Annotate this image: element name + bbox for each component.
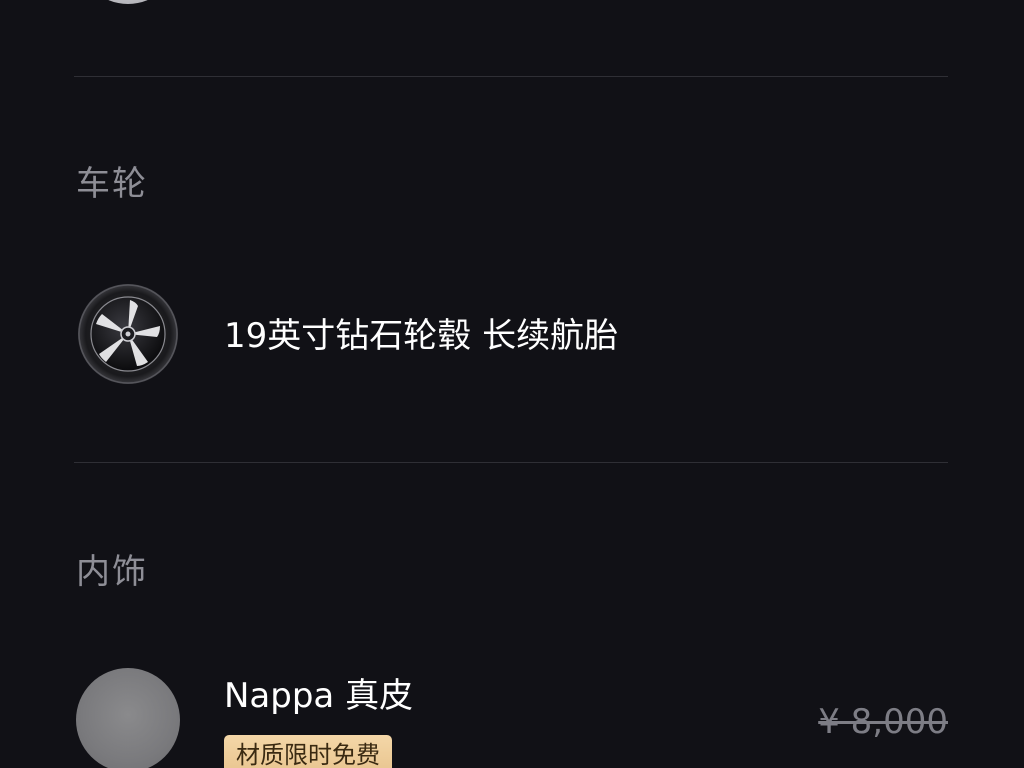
divider (74, 462, 948, 463)
configurator-page: 车轮 19英寸钻石轮毂 长续航胎 内饰 Nappa 真皮 材质限时免费 ¥ 8,… (0, 0, 1024, 768)
wheel-option-label: 19英寸钻石轮毂 长续航胎 (224, 316, 619, 356)
divider (74, 76, 948, 77)
section-title-interior: 内饰 (76, 552, 148, 592)
leather-swatch (76, 668, 180, 768)
previous-option-swatch[interactable] (78, 0, 178, 4)
promo-badge: 材质限时免费 (224, 735, 392, 768)
interior-option-label: Nappa 真皮 (224, 676, 414, 716)
wheel-icon (78, 284, 178, 384)
interior-option[interactable]: Nappa 真皮 材质限时免费 ¥ 8,000 (74, 668, 950, 768)
wheel-option[interactable]: 19英寸钻石轮毂 长续航胎 (74, 282, 950, 392)
section-title-wheels: 车轮 (76, 164, 148, 204)
original-price: ¥ 8,000 (818, 702, 948, 742)
